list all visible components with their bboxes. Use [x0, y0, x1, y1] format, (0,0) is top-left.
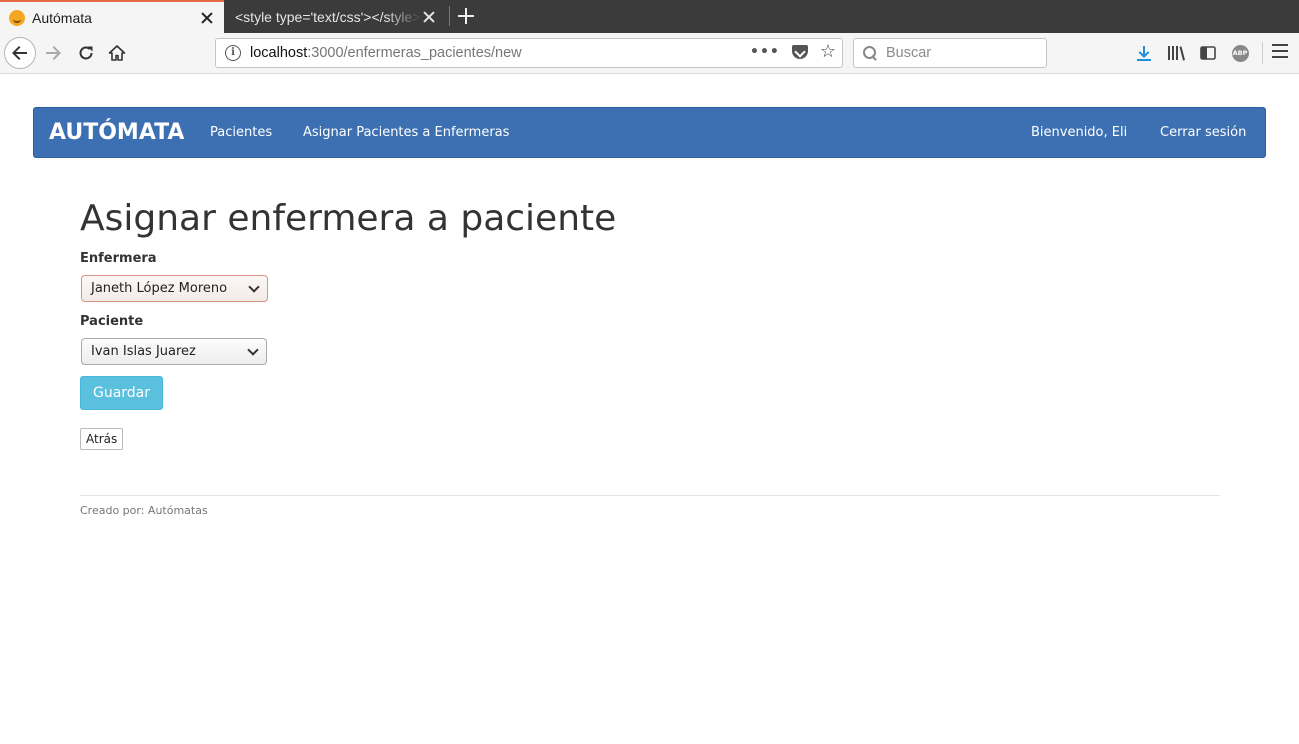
download-icon[interactable] [1133, 42, 1155, 64]
enfermera-selected-value: Janeth López Moreno [91, 281, 228, 296]
forward-icon[interactable] [40, 40, 66, 66]
hamburger-menu-icon[interactable] [1272, 44, 1288, 62]
footer-credit: Creado por: Autómatas [80, 504, 208, 517]
atras-button[interactable]: Atrás [80, 428, 124, 450]
search-icon [863, 46, 877, 60]
reload-icon[interactable] [73, 40, 99, 66]
nav-link-asignar[interactable]: Asignar Pacientes a Enfermeras [303, 125, 509, 140]
sidebar-icon[interactable] [1197, 42, 1219, 64]
url-bar[interactable]: i localhost:3000/enfermeras_pacientes/ne… [215, 38, 843, 68]
search-input[interactable] [886, 45, 1036, 61]
search-bar[interactable] [853, 38, 1047, 68]
paciente-selected-value: Ivan Islas Juarez [91, 344, 196, 359]
brand-logo[interactable]: AUTÓMATA [49, 120, 184, 145]
paciente-label: Paciente [80, 314, 144, 329]
info-icon[interactable]: i [225, 45, 241, 61]
paciente-select[interactable]: Ivan Islas Juarez [81, 338, 267, 365]
new-tab-plus-icon[interactable] [456, 6, 476, 26]
enfermera-select[interactable]: Janeth López Moreno [81, 275, 268, 302]
back-icon[interactable] [4, 37, 36, 69]
adblock-icon[interactable]: ABP [1229, 42, 1251, 64]
more-dots-icon[interactable]: ••• [750, 44, 780, 60]
smiley-favicon-icon [9, 9, 25, 26]
tab-divider [449, 6, 450, 26]
url-text: localhost:3000/enfermeras_pacientes/new [250, 45, 522, 61]
url-path: :3000/enfermeras_pacientes/new [307, 45, 522, 61]
chevron-down-icon [247, 344, 259, 356]
pocket-icon[interactable] [791, 45, 808, 59]
tab-title: Autómata [32, 9, 92, 26]
guardar-button[interactable]: Guardar [80, 376, 163, 410]
close-tab-icon[interactable] [200, 11, 214, 25]
tab-title: <style type='text/css'></style> [235, 8, 421, 25]
tab-style[interactable]: <style type='text/css'></style> [226, 0, 446, 33]
nav-welcome-user[interactable]: Bienvenido, Eli [1031, 125, 1127, 140]
library-icon[interactable] [1165, 42, 1187, 64]
browser-toolbar: i localhost:3000/enfermeras_pacientes/ne… [0, 33, 1299, 74]
app-navbar: AUTÓMATA Pacientes Asignar Pacientes a E… [33, 107, 1266, 158]
close-tab-icon[interactable] [422, 10, 436, 24]
tab-strip: Autómata <style type='text/css'></style> [0, 0, 1299, 33]
star-icon[interactable]: ☆ [820, 43, 836, 61]
chevron-down-icon [248, 281, 260, 293]
nav-link-logout[interactable]: Cerrar sesión [1160, 125, 1246, 140]
enfermera-label: Enfermera [80, 251, 157, 266]
url-host: localhost [250, 45, 308, 61]
page-title: Asignar enfermera a paciente [80, 198, 617, 239]
nav-link-pacientes[interactable]: Pacientes [210, 125, 272, 140]
footer-divider [80, 495, 1220, 496]
toolbar-divider [1262, 42, 1263, 64]
home-icon[interactable] [104, 40, 130, 66]
tab-automata[interactable]: Autómata [0, 0, 224, 33]
